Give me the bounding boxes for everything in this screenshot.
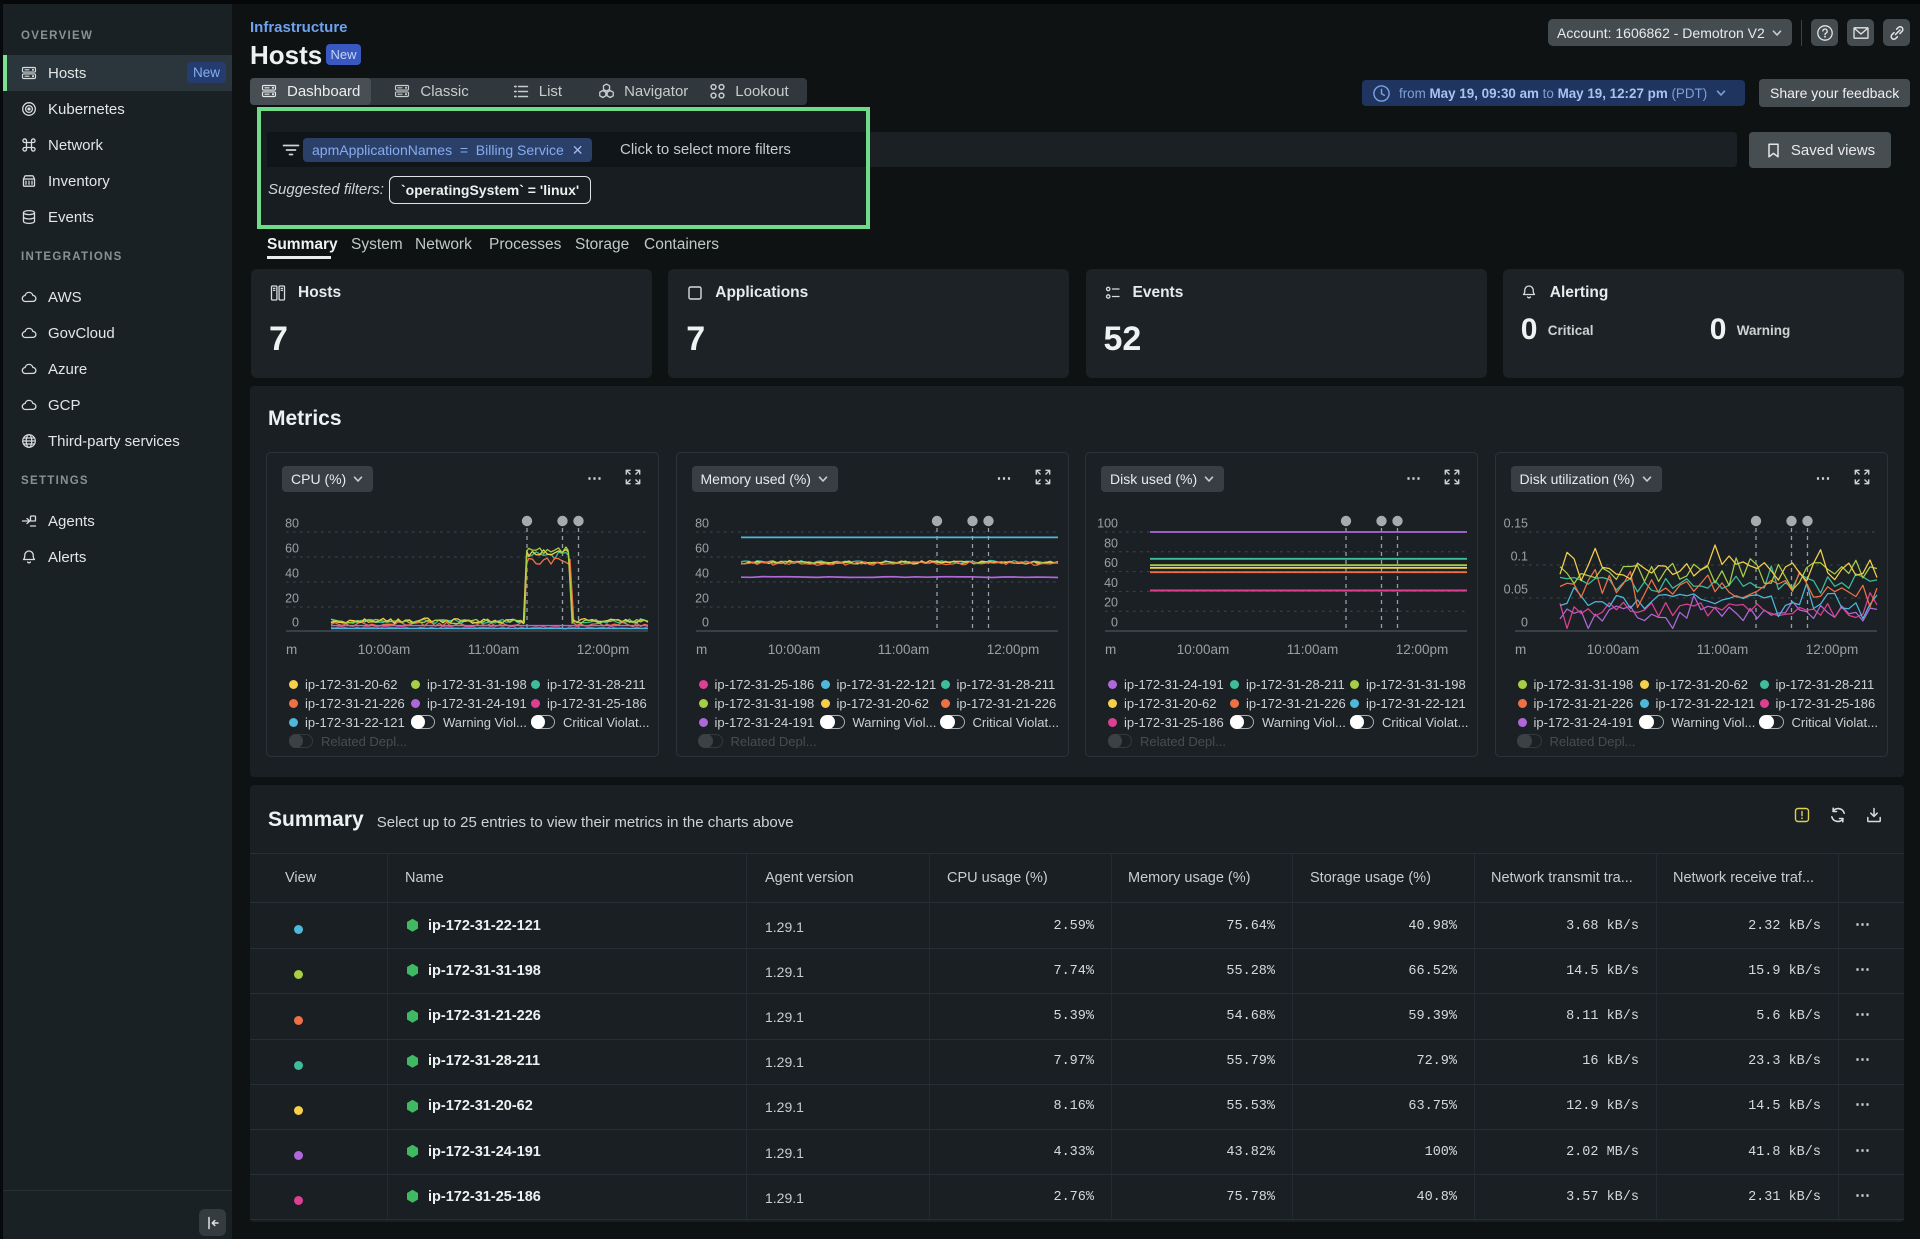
svg-text:11:00am: 11:00am	[1287, 642, 1339, 657]
svg-text:100: 100	[1097, 517, 1118, 531]
svg-text:m: m	[1515, 642, 1526, 657]
svg-text:m: m	[696, 642, 707, 657]
svg-text:11:00am: 11:00am	[1696, 642, 1748, 657]
svg-text:0: 0	[702, 616, 709, 630]
svg-text:80: 80	[695, 517, 709, 531]
svg-text:11:00am: 11:00am	[468, 642, 520, 657]
svg-text:40: 40	[1104, 576, 1118, 590]
svg-text:0: 0	[1521, 616, 1528, 630]
svg-text:12:00pm: 12:00pm	[577, 642, 630, 657]
svg-text:40: 40	[695, 567, 709, 581]
svg-text:10:00am: 10:00am	[1586, 642, 1639, 657]
svg-text:0: 0	[292, 616, 299, 630]
svg-text:80: 80	[285, 517, 299, 531]
svg-text:20: 20	[285, 592, 299, 606]
svg-text:20: 20	[695, 592, 709, 606]
svg-text:m: m	[1105, 642, 1116, 657]
svg-text:12:00pm: 12:00pm	[986, 642, 1039, 657]
svg-text:80: 80	[1104, 536, 1118, 550]
svg-text:10:00am: 10:00am	[767, 642, 820, 657]
svg-text:12:00pm: 12:00pm	[1805, 642, 1858, 657]
svg-text:60: 60	[285, 542, 299, 556]
svg-text:0.05: 0.05	[1503, 583, 1527, 597]
svg-text:10:00am: 10:00am	[1177, 642, 1230, 657]
svg-text:20: 20	[1104, 596, 1118, 610]
svg-text:0.1: 0.1	[1510, 550, 1527, 564]
svg-text:0: 0	[1111, 616, 1118, 630]
svg-text:60: 60	[695, 542, 709, 556]
svg-text:m: m	[286, 642, 297, 657]
svg-text:11:00am: 11:00am	[877, 642, 929, 657]
svg-text:0.15: 0.15	[1503, 517, 1527, 531]
svg-text:40: 40	[285, 567, 299, 581]
svg-text:10:00am: 10:00am	[358, 642, 411, 657]
svg-text:60: 60	[1104, 556, 1118, 570]
svg-text:12:00pm: 12:00pm	[1396, 642, 1449, 657]
